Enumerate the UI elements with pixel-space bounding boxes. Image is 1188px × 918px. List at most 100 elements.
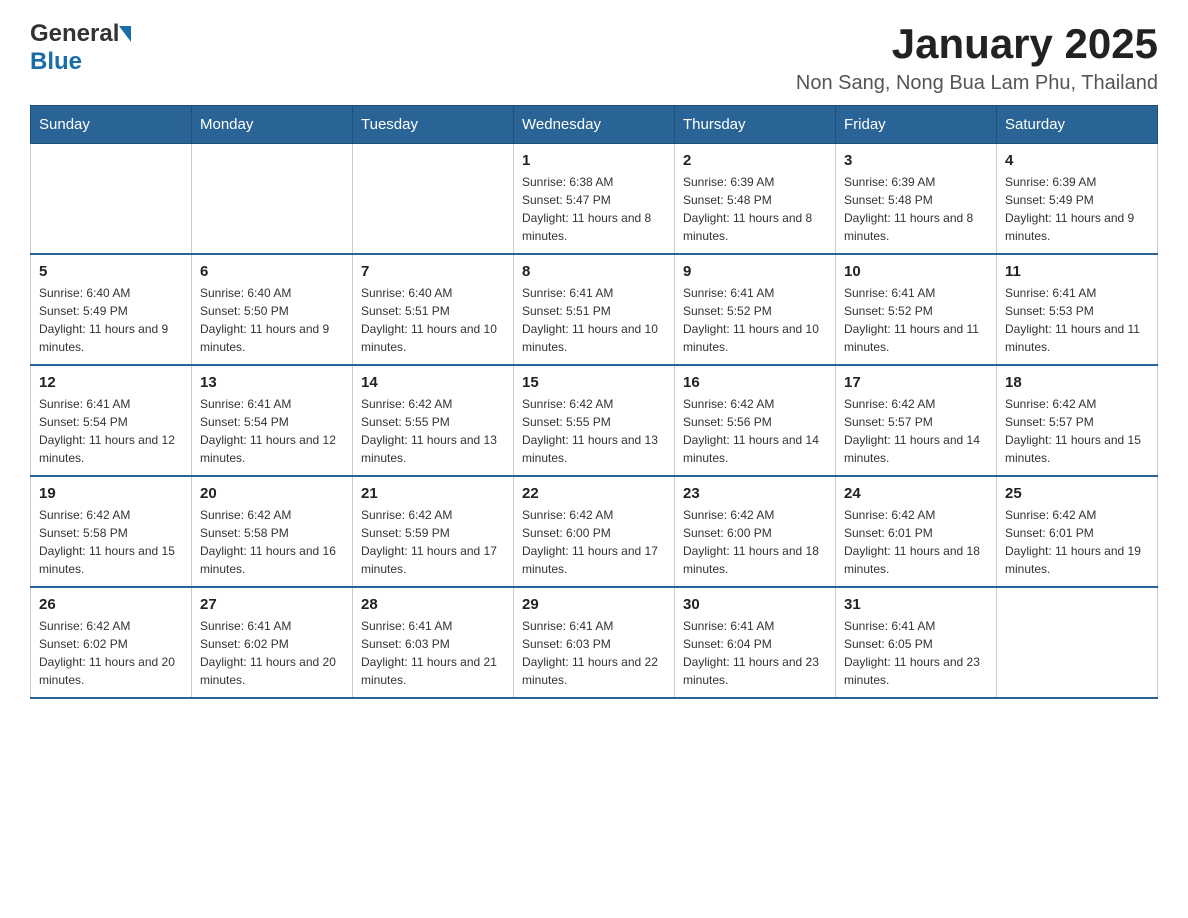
day-number: 30 xyxy=(683,596,827,613)
day-number: 17 xyxy=(844,374,988,391)
day-info: Sunrise: 6:41 AMSunset: 5:53 PMDaylight:… xyxy=(1005,284,1149,356)
calendar-body: 1Sunrise: 6:38 AMSunset: 5:47 PMDaylight… xyxy=(31,144,1158,699)
day-info: Sunrise: 6:39 AMSunset: 5:48 PMDaylight:… xyxy=(844,173,988,245)
header: General Blue January 2025 Non Sang, Nong… xyxy=(30,20,1158,95)
calendar-cell: 7 Sunrise: 6:40 AMSunset: 5:51 PMDaylight… xyxy=(353,254,514,365)
calendar-cell: 3 Sunrise: 6:39 AMSunset: 5:48 PMDaylight… xyxy=(836,144,997,255)
calendar-cell: 20Sunrise: 6:42 AMSunset: 5:58 PMDayligh… xyxy=(192,476,353,587)
calendar-cell: 30Sunrise: 6:41 AMSunset: 6:04 PMDayligh… xyxy=(675,587,836,698)
day-info: Sunrise: 6:39 AMSunset: 5:49 PMDaylight:… xyxy=(1005,173,1149,245)
day-info: Sunrise: 6:41 AMSunset: 5:52 PMDaylight:… xyxy=(844,284,988,356)
day-number: 25 xyxy=(1005,485,1149,502)
calendar-cell: 27Sunrise: 6:41 AMSunset: 6:02 PMDayligh… xyxy=(192,587,353,698)
calendar-day-header-saturday: Saturday xyxy=(997,106,1158,144)
day-number: 22 xyxy=(522,485,666,502)
day-info: Sunrise: 6:42 AMSunset: 5:55 PMDaylight:… xyxy=(361,395,505,467)
day-number: 26 xyxy=(39,596,183,613)
calendar-cell: 10 Sunrise: 6:41 AMSunset: 5:52 PMDayligh… xyxy=(836,254,997,365)
calendar-cell: 28 Sunrise: 6:41 AMSunset: 6:03 PMDayligh… xyxy=(353,587,514,698)
day-number: 23 xyxy=(683,485,827,502)
calendar-cell: 15 Sunrise: 6:42 AMSunset: 5:55 PMDayligh… xyxy=(514,365,675,476)
day-number: 21 xyxy=(361,485,505,502)
calendar-day-header-wednesday: Wednesday xyxy=(514,106,675,144)
calendar-cell: 23 Sunrise: 6:42 AMSunset: 6:00 PMDayligh… xyxy=(675,476,836,587)
calendar-week-row: 1Sunrise: 6:38 AMSunset: 5:47 PMDaylight… xyxy=(31,144,1158,255)
calendar-cell: 8 Sunrise: 6:41 AMSunset: 5:51 PMDaylight… xyxy=(514,254,675,365)
calendar-day-header-tuesday: Tuesday xyxy=(353,106,514,144)
calendar-cell: 21 Sunrise: 6:42 AMSunset: 5:59 PMDayligh… xyxy=(353,476,514,587)
page-subtitle: Non Sang, Nong Bua Lam Phu, Thailand xyxy=(796,72,1158,95)
calendar-week-row: 19 Sunrise: 6:42 AMSunset: 5:58 PMDayligh… xyxy=(31,476,1158,587)
day-number: 12 xyxy=(39,374,183,391)
calendar-cell: 11 Sunrise: 6:41 AMSunset: 5:53 PMDayligh… xyxy=(997,254,1158,365)
calendar-cell xyxy=(31,144,192,255)
day-info: Sunrise: 6:42 AMSunset: 5:59 PMDaylight:… xyxy=(361,506,505,578)
day-info: Sunrise: 6:42 AMSunset: 6:00 PMDaylight:… xyxy=(683,506,827,578)
day-info: Sunrise: 6:41 AMSunset: 6:02 PMDaylight:… xyxy=(200,617,344,689)
calendar-cell: 2 Sunrise: 6:39 AMSunset: 5:48 PMDaylight… xyxy=(675,144,836,255)
day-info: Sunrise: 6:39 AMSunset: 5:48 PMDaylight:… xyxy=(683,173,827,245)
day-number: 8 xyxy=(522,263,666,280)
day-number: 3 xyxy=(844,152,988,169)
calendar-cell: 5Sunrise: 6:40 AMSunset: 5:49 PMDaylight… xyxy=(31,254,192,365)
day-number: 16 xyxy=(683,374,827,391)
calendar-day-header-sunday: Sunday xyxy=(31,106,192,144)
calendar-cell: 4 Sunrise: 6:39 AMSunset: 5:49 PMDaylight… xyxy=(997,144,1158,255)
calendar-cell xyxy=(353,144,514,255)
calendar-cell: 29 Sunrise: 6:41 AMSunset: 6:03 PMDayligh… xyxy=(514,587,675,698)
day-info: Sunrise: 6:42 AMSunset: 6:01 PMDaylight:… xyxy=(844,506,988,578)
day-info: Sunrise: 6:42 AMSunset: 5:58 PMDaylight:… xyxy=(200,506,344,578)
day-info: Sunrise: 6:42 AMSunset: 6:02 PMDaylight:… xyxy=(39,617,183,689)
day-number: 10 xyxy=(844,263,988,280)
day-info: Sunrise: 6:41 AMSunset: 5:54 PMDaylight:… xyxy=(200,395,344,467)
day-info: Sunrise: 6:40 AMSunset: 5:50 PMDaylight:… xyxy=(200,284,344,356)
day-number: 2 xyxy=(683,152,827,169)
calendar-cell: 13Sunrise: 6:41 AMSunset: 5:54 PMDayligh… xyxy=(192,365,353,476)
day-number: 1 xyxy=(522,152,666,169)
day-number: 15 xyxy=(522,374,666,391)
day-info: Sunrise: 6:42 AMSunset: 5:57 PMDaylight:… xyxy=(1005,395,1149,467)
day-info: Sunrise: 6:41 AMSunset: 5:54 PMDaylight:… xyxy=(39,395,183,467)
calendar-table: SundayMondayTuesdayWednesdayThursdayFrid… xyxy=(30,105,1158,699)
calendar-day-header-monday: Monday xyxy=(192,106,353,144)
day-number: 4 xyxy=(1005,152,1149,169)
calendar-cell: 22 Sunrise: 6:42 AMSunset: 6:00 PMDayligh… xyxy=(514,476,675,587)
day-info: Sunrise: 6:41 AMSunset: 5:51 PMDaylight:… xyxy=(522,284,666,356)
calendar-cell: 17 Sunrise: 6:42 AMSunset: 5:57 PMDayligh… xyxy=(836,365,997,476)
day-info: Sunrise: 6:40 AMSunset: 5:51 PMDaylight:… xyxy=(361,284,505,356)
calendar-cell: 14 Sunrise: 6:42 AMSunset: 5:55 PMDayligh… xyxy=(353,365,514,476)
day-number: 19 xyxy=(39,485,183,502)
day-number: 7 xyxy=(361,263,505,280)
calendar-cell xyxy=(192,144,353,255)
calendar-header-row: SundayMondayTuesdayWednesdayThursdayFrid… xyxy=(31,106,1158,144)
day-info: Sunrise: 6:41 AMSunset: 6:05 PMDaylight:… xyxy=(844,617,988,689)
day-info: Sunrise: 6:42 AMSunset: 5:55 PMDaylight:… xyxy=(522,395,666,467)
calendar-week-row: 5Sunrise: 6:40 AMSunset: 5:49 PMDaylight… xyxy=(31,254,1158,365)
day-info: Sunrise: 6:41 AMSunset: 6:03 PMDaylight:… xyxy=(361,617,505,689)
calendar-cell: 31Sunrise: 6:41 AMSunset: 6:05 PMDayligh… xyxy=(836,587,997,698)
calendar-cell: 1Sunrise: 6:38 AMSunset: 5:47 PMDaylight… xyxy=(514,144,675,255)
day-number: 5 xyxy=(39,263,183,280)
day-info: Sunrise: 6:42 AMSunset: 5:56 PMDaylight:… xyxy=(683,395,827,467)
day-info: Sunrise: 6:42 AMSunset: 5:57 PMDaylight:… xyxy=(844,395,988,467)
day-info: Sunrise: 6:41 AMSunset: 5:52 PMDaylight:… xyxy=(683,284,827,356)
calendar-week-row: 26 Sunrise: 6:42 AMSunset: 6:02 PMDayligh… xyxy=(31,587,1158,698)
day-info: Sunrise: 6:42 AMSunset: 6:00 PMDaylight:… xyxy=(522,506,666,578)
day-info: Sunrise: 6:41 AMSunset: 6:03 PMDaylight:… xyxy=(522,617,666,689)
day-number: 29 xyxy=(522,596,666,613)
day-number: 14 xyxy=(361,374,505,391)
day-info: Sunrise: 6:42 AMSunset: 6:01 PMDaylight:… xyxy=(1005,506,1149,578)
calendar-cell: 6Sunrise: 6:40 AMSunset: 5:50 PMDaylight… xyxy=(192,254,353,365)
day-number: 28 xyxy=(361,596,505,613)
day-number: 24 xyxy=(844,485,988,502)
calendar-cell: 9Sunrise: 6:41 AMSunset: 5:52 PMDaylight… xyxy=(675,254,836,365)
logo-general-text: General xyxy=(30,20,119,48)
page-title: January 2025 xyxy=(796,20,1158,68)
day-number: 11 xyxy=(1005,263,1149,280)
logo-triangle-icon xyxy=(119,26,131,42)
day-info: Sunrise: 6:42 AMSunset: 5:58 PMDaylight:… xyxy=(39,506,183,578)
calendar-cell: 19 Sunrise: 6:42 AMSunset: 5:58 PMDayligh… xyxy=(31,476,192,587)
title-area: January 2025 Non Sang, Nong Bua Lam Phu,… xyxy=(796,20,1158,95)
calendar-cell: 18Sunrise: 6:42 AMSunset: 5:57 PMDayligh… xyxy=(997,365,1158,476)
calendar-cell: 16 Sunrise: 6:42 AMSunset: 5:56 PMDayligh… xyxy=(675,365,836,476)
